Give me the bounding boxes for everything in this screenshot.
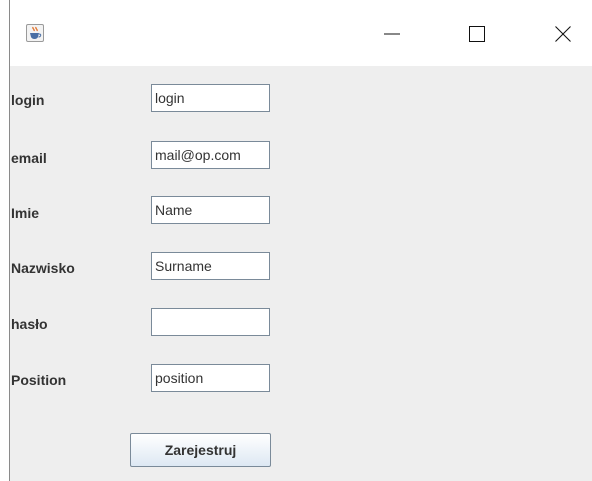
email-label: email bbox=[11, 150, 47, 166]
surname-label: Nazwisko bbox=[11, 260, 75, 276]
maximize-icon bbox=[469, 26, 485, 42]
surname-input[interactable] bbox=[151, 252, 270, 280]
position-input[interactable] bbox=[151, 364, 270, 392]
app-window: login email Imie Nazwisko hasło Position… bbox=[0, 0, 592, 481]
first-name-label: Imie bbox=[11, 205, 40, 221]
maximize-button[interactable] bbox=[454, 18, 500, 50]
java-coffee-icon[interactable] bbox=[26, 24, 44, 42]
register-button[interactable]: Zarejestruj bbox=[130, 433, 271, 467]
minimize-button[interactable] bbox=[369, 18, 415, 50]
password-input[interactable] bbox=[151, 308, 270, 336]
email-input[interactable] bbox=[151, 141, 270, 169]
first-name-input[interactable] bbox=[151, 196, 270, 224]
close-icon bbox=[555, 26, 571, 42]
password-label: hasło bbox=[11, 316, 48, 332]
login-input[interactable] bbox=[151, 84, 270, 112]
title-bar[interactable] bbox=[10, 0, 592, 66]
position-label: Position bbox=[11, 372, 67, 388]
close-button[interactable] bbox=[540, 18, 586, 50]
registration-form: login email Imie Nazwisko hasło Position… bbox=[10, 66, 592, 481]
minimize-icon bbox=[384, 33, 400, 35]
login-label: login bbox=[11, 92, 45, 108]
